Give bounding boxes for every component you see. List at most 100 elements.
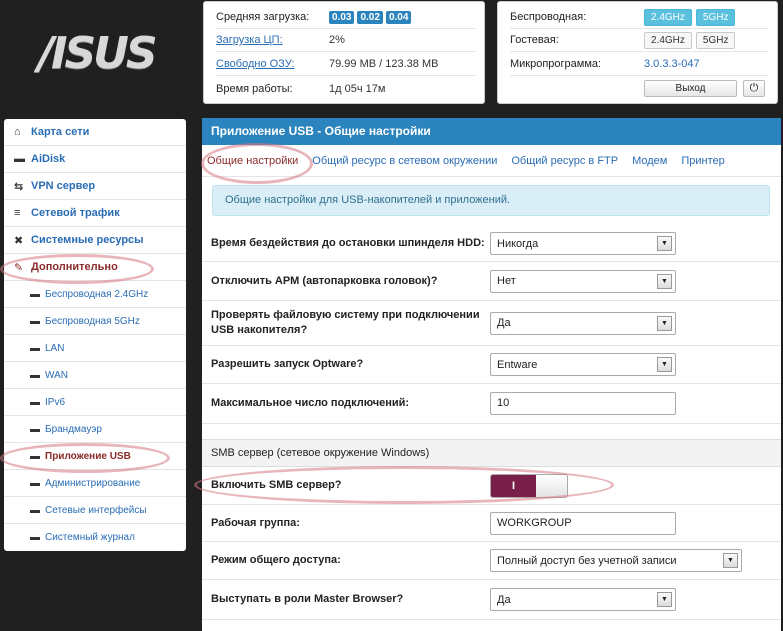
sidebar-item-aidisk[interactable]: ▬ AiDisk [4,146,186,173]
dash-icon: ▬ [30,288,40,300]
apm-select[interactable]: Нет ▼ [490,269,676,293]
sidebar-subitem-wan[interactable]: ▬ WAN [4,362,186,389]
sidebar-subitem-admin[interactable]: ▬ Администрирование [4,470,186,497]
dash-icon: ▬ [30,504,40,516]
sidebar-item-network-map[interactable]: ⌂ Карта сети [4,119,186,146]
workgroup-label: Рабочая группа: [211,516,300,529]
firmware-label: Микропрограмма: [510,58,602,70]
optware-value: Entware [497,358,538,371]
fscheck-select[interactable]: Да ▼ [490,311,676,335]
smb-enable-toggle[interactable]: I [490,473,568,498]
smb-section-header: SMB сервер (сетевое окружение Windows) [202,439,781,467]
sidebar-subitem-wireless-5g[interactable]: ▬ Беспроводная 5GHz [4,308,186,335]
sidebar-subitem-usb-app[interactable]: ▬ Приложение USB [4,443,186,470]
wireless-label: Беспроводная: [510,11,587,23]
load-row: Средняя загрузка: 0.03 0.02 0.04 [216,6,476,29]
fscheck-row: Проверять файловую систему при подключен… [202,301,781,346]
sidebar-item-traffic[interactable]: ≡ Сетевой трафик [4,200,186,227]
logout-button[interactable]: Выход [644,80,737,97]
workgroup-input[interactable]: WORKGROUP [490,511,676,535]
master-browser-row: Выступать в роли Master Browser? Да ▼ [202,580,781,620]
chevron-down-icon: ▼ [657,236,672,251]
uptime-label: Время работы: [216,82,293,95]
sidebar-subitem-lan[interactable]: ▬ LAN [4,335,186,362]
load-badge-3: 0.04 [385,10,412,24]
sidebar-item-vpn[interactable]: ⇆ VPN сервер [4,173,186,200]
smb-enable-row: Включить SMB сервер? I [202,467,781,505]
main-panel: Приложение USB - Общие настройки Общие н… [202,118,781,631]
maxconn-row: Максимальное число подключений: 10 [202,384,781,424]
list-icon: ≡ [14,207,21,219]
cpu-link[interactable]: Загрузка ЦП: [216,34,329,46]
sidebar-item-resources[interactable]: ✖ Системные ресурсы [4,227,186,254]
sidebar-subitem-firewall[interactable]: ▬ Брандмауэр [4,416,186,443]
guest-row: Гостевая: 2.4GHz 5GHz [510,29,769,52]
ram-row: Свободно ОЗУ: 79.99 MB / 123.38 MB [216,53,476,76]
power-icon[interactable]: ⏻ [743,80,765,97]
master-browser-select[interactable]: Да ▼ [490,588,676,611]
tab-modem[interactable]: Модем [632,155,667,167]
tab-printer[interactable]: Принтер [681,155,724,167]
sidebar-subitem-label: LAN [45,342,65,354]
wireless-row: Беспроводная: 2.4GHz 5GHz [510,6,769,29]
dash-icon: ▬ [30,532,40,543]
guest-2g-button[interactable]: 2.4GHz [644,31,692,49]
tab-network-share[interactable]: Общий ресурс в сетевом окружении [312,155,497,167]
sidebar-item-advanced[interactable]: ✎ Дополнительно [4,254,186,281]
dash-icon: ▬ [30,450,40,462]
firmware-row: Микропрограмма: 3.0.3.3-047 [510,53,769,76]
access-mode-row: Режим общего доступа: Полный доступ без … [202,542,781,580]
load-badge-2: 0.02 [357,10,383,24]
fscheck-label: Проверять файловую систему при подключен… [211,309,480,336]
dash-icon: ▬ [30,396,40,408]
sidebar-item-label: Системные ресурсы [31,234,144,246]
chevron-down-icon: ▼ [657,592,672,607]
sidebar-subitem-label: Беспроводная 5GHz [45,315,140,327]
access-mode-label: Режим общего доступа: [211,554,341,566]
firmware-link[interactable]: 3.0.3.3-047 [644,58,700,70]
sidebar-subitem-ipv6[interactable]: ▬ IPv6 [4,389,186,416]
sidebar-subitem-wireless-2g[interactable]: ▬ Беспроводная 2.4GHz [4,281,186,308]
guest-5g-button[interactable]: 5GHz [695,31,736,49]
optware-select[interactable]: Entware ▼ [490,353,676,376]
dash-icon: ▬ [30,477,40,489]
maxconn-input[interactable]: 10 [490,392,676,415]
sidebar-item-label: Карта сети [31,126,90,138]
wireless-2g-button[interactable]: 2.4GHz [644,8,692,26]
cpu-row: Загрузка ЦП: 2% [216,29,476,52]
guest-label: Гостевая: [510,34,559,46]
dash-icon: ▬ [30,423,40,435]
access-mode-select[interactable]: Полный доступ без учетной записи ▼ [490,549,742,572]
apm-label: Отключить APM (автопарковка головок)? [211,274,438,287]
sidebar-subitem-syslog[interactable]: ▬ Системный журнал [4,524,186,551]
sidebar-subitem-label: IPv6 [45,396,66,408]
sidebar-subitem-interfaces[interactable]: ▬ Сетевые интерфейсы [4,497,186,524]
ram-value: 79.99 MB / 123.38 MB [329,58,439,70]
maxconn-label: Максимальное число подключений: [211,397,410,409]
spindown-row: Время бездействия до остановки шпинделя … [202,226,781,262]
toggle-off-part [536,474,567,497]
spindown-select[interactable]: Никогда ▼ [490,232,676,255]
apm-row: Отключить APM (автопарковка головок)? Не… [202,262,781,301]
uptime-row: Время работы: 1д 05ч 17м [216,77,476,100]
sidebar-subitem-label: WAN [45,369,68,381]
fscheck-value: Да [497,317,511,329]
sidebar-subitem-label: Приложение USB [45,450,131,462]
chevron-down-icon: ▼ [723,553,738,568]
apm-value: Нет [497,275,516,287]
sidebar-subitem-label: Администрирование [45,477,141,489]
optware-label: Разрешить запуск Optware? [211,358,364,370]
ram-link[interactable]: Свободно ОЗУ: [216,58,329,70]
sidebar-subitem-label: Брандмауэр [45,423,102,435]
asus-logo: /ISUS [38,28,158,79]
wrench-icon: ✎ [14,261,24,274]
disk-icon: ▬ [14,153,25,165]
load-badge-1: 0.03 [329,10,355,24]
tab-ftp-share[interactable]: Общий ресурс в FTP [511,155,618,167]
logout-row: Выход ⏻ [510,77,769,100]
toggle-on-part: I [491,474,536,497]
optware-row: Разрешить запуск Optware? Entware ▼ [202,346,781,384]
tab-general[interactable]: Общие настройки [207,155,298,167]
wireless-5g-button[interactable]: 5GHz [695,8,736,26]
tab-bar: Общие настройки Общий ресурс в сетевом о… [202,145,781,177]
